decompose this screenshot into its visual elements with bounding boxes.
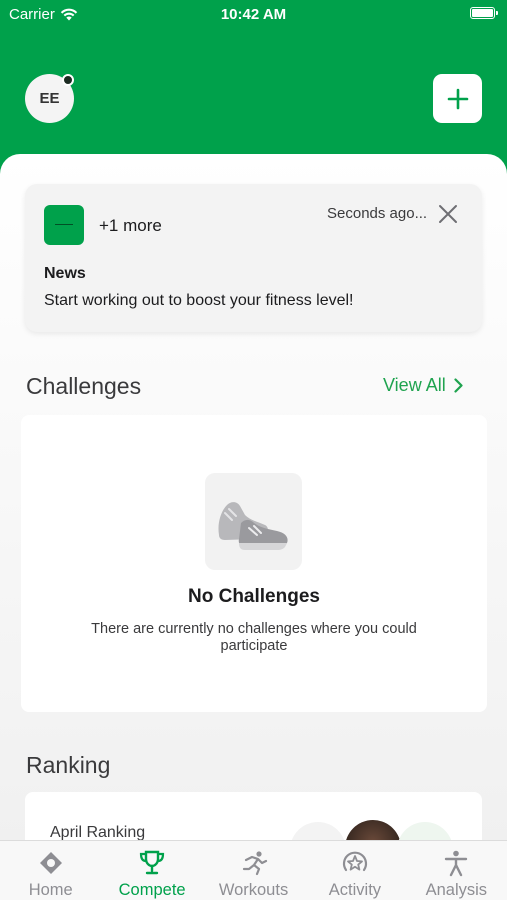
status-time: 10:42 AM bbox=[220, 6, 287, 23]
avatar[interactable]: EE bbox=[25, 74, 74, 123]
tab-compete[interactable]: Compete bbox=[101, 841, 202, 900]
view-all-link[interactable]: View All bbox=[383, 375, 463, 396]
battery-icon bbox=[470, 7, 498, 19]
challenges-heading: Challenges bbox=[26, 373, 142, 399]
empty-state-text: There are currently no challenges where … bbox=[91, 621, 417, 654]
avatar-status-dot bbox=[62, 74, 74, 86]
tab-home[interactable]: Home bbox=[0, 841, 101, 900]
notification-title: News bbox=[44, 265, 86, 282]
tab-label: Home bbox=[28, 881, 73, 899]
tab-bar: Home Compete Workouts Activity Analysis bbox=[0, 840, 507, 900]
content-sheet: +1 more Seconds ago... News Start workin… bbox=[0, 154, 507, 854]
add-button[interactable] bbox=[433, 74, 482, 123]
close-icon[interactable] bbox=[436, 202, 460, 226]
tab-label: Compete bbox=[118, 881, 186, 899]
home-icon bbox=[37, 849, 65, 877]
tab-label: Activity bbox=[328, 881, 382, 899]
notification-body: Start working out to boost your fitness … bbox=[44, 292, 354, 309]
workout-runner-icon bbox=[240, 849, 268, 877]
status-bar: Carrier 10:42 AM bbox=[0, 0, 507, 30]
chevron-right-icon bbox=[454, 378, 463, 393]
avatar-initials: EE bbox=[39, 90, 60, 107]
tab-label: Workouts bbox=[218, 881, 289, 899]
tab-workouts[interactable]: Workouts bbox=[203, 841, 304, 900]
tab-label: Analysis bbox=[425, 881, 488, 899]
activity-star-icon bbox=[341, 849, 369, 877]
tab-activity[interactable]: Activity bbox=[304, 841, 405, 900]
battery-level bbox=[472, 9, 493, 17]
ranking-heading: Ranking bbox=[26, 752, 111, 778]
trophy-icon bbox=[138, 849, 166, 877]
empty-state-title: No Challenges bbox=[188, 586, 320, 607]
notification-time: Seconds ago... bbox=[327, 205, 428, 222]
notification-more-count: +1 more bbox=[99, 216, 162, 235]
app-icon bbox=[44, 205, 84, 245]
battery-tip bbox=[496, 11, 498, 15]
shoes-icon bbox=[205, 473, 302, 570]
plus-icon bbox=[447, 88, 468, 109]
tab-analysis[interactable]: Analysis bbox=[406, 841, 507, 900]
view-all-label: View All bbox=[383, 375, 446, 395]
person-icon bbox=[442, 849, 470, 877]
challenges-card: No Challenges There are currently no cha… bbox=[21, 415, 487, 712]
notification-card[interactable]: +1 more Seconds ago... News Start workin… bbox=[25, 184, 482, 332]
